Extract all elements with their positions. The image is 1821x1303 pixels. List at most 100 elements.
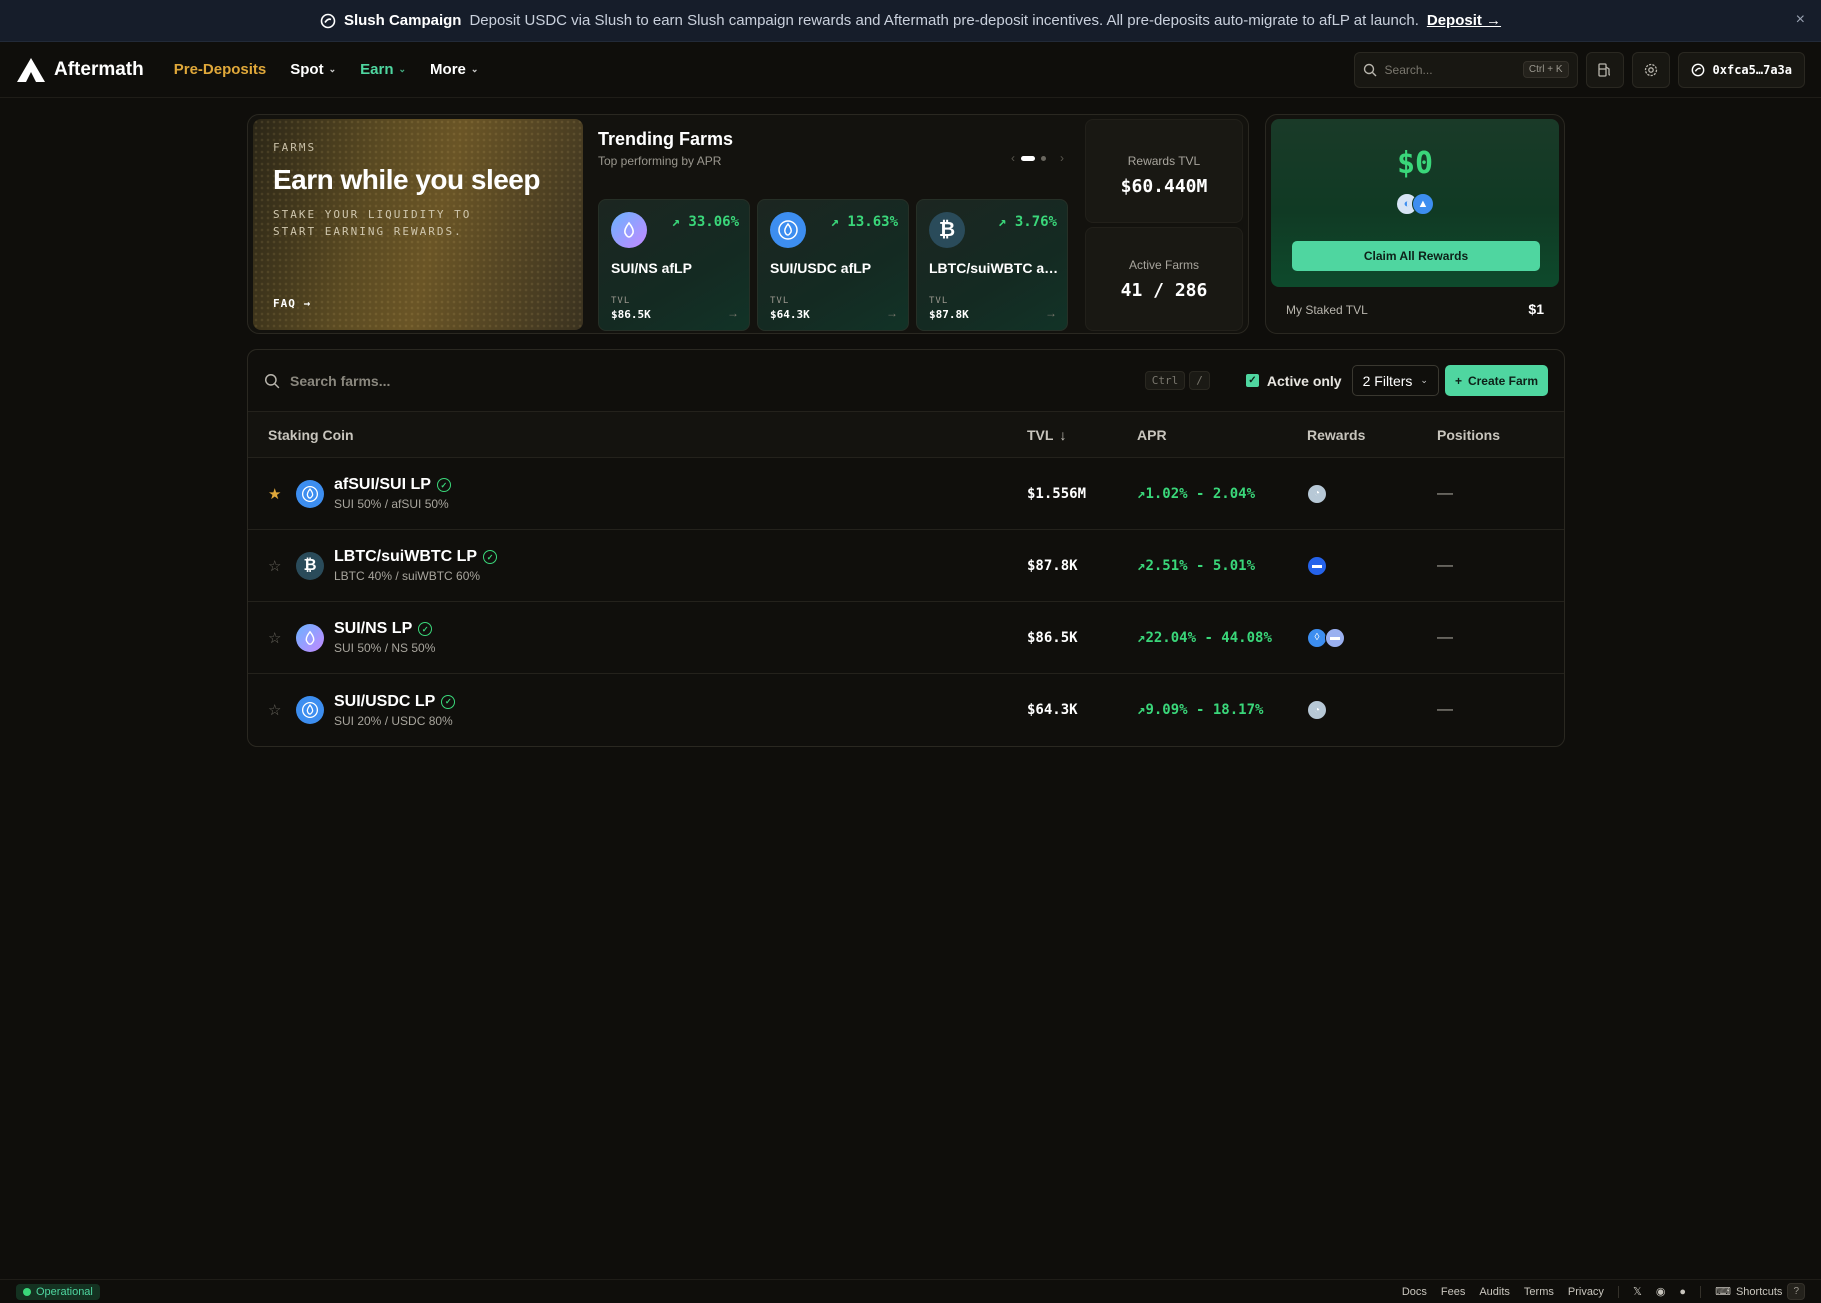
col-tvl-label: TVL bbox=[1027, 426, 1054, 443]
trending-subtitle: Top performing by APR bbox=[598, 154, 722, 168]
farm-composition: SUI 20% / USDC 80% bbox=[334, 713, 453, 728]
nav-spot-label: Spot bbox=[290, 61, 324, 78]
trending-tvl-label: TVL bbox=[929, 296, 949, 306]
rewards-amount: $0 bbox=[1396, 146, 1434, 181]
trending-cards: ↗ 33.06% SUI/NS afLP TVL $86.5K → ↗ 13.6… bbox=[598, 199, 1068, 331]
farm-search-placeholder: Search farms... bbox=[290, 372, 391, 389]
farm-rewards: ◊ ▬ bbox=[1307, 627, 1437, 648]
banner-deposit-link[interactable]: Deposit → bbox=[1427, 12, 1501, 29]
search-icon bbox=[264, 373, 280, 388]
verified-icon: ✓ bbox=[441, 694, 456, 709]
footer-link-docs[interactable]: Docs bbox=[1402, 1286, 1427, 1298]
faq-link[interactable]: FAQ → bbox=[273, 297, 311, 310]
trending-name: LBTC/suiWBTC af... bbox=[929, 260, 1059, 276]
farm-tvl: $64.3K bbox=[1027, 702, 1078, 718]
carousel-dot[interactable] bbox=[1041, 155, 1046, 161]
close-icon[interactable]: × bbox=[1796, 11, 1805, 29]
table-row[interactable]: ☆ SUI/USDC LP ✓ SUI 20% / USDC 80% $64.3K… bbox=[248, 674, 1564, 746]
col-tvl[interactable]: TVL ↓ bbox=[1027, 427, 1137, 443]
ika-coin-icon: ▬ bbox=[1307, 555, 1327, 576]
trending-card[interactable]: ↗ 13.63% SUI/USDC afLP TVL $64.3K → bbox=[757, 199, 909, 331]
farm-composition: LBTC 40% / suiWBTC 60% bbox=[334, 569, 481, 583]
rewards-tvl-value: $60.440M bbox=[1120, 176, 1208, 197]
footer-link-fees[interactable]: Fees bbox=[1441, 1286, 1465, 1298]
sui-coin-icon bbox=[770, 212, 806, 248]
logo[interactable]: Aftermath bbox=[16, 57, 144, 83]
active-farms-stat: Active Farms 41 / 286 bbox=[1085, 227, 1243, 331]
star-icon[interactable]: ☆ bbox=[268, 557, 284, 575]
settings-button[interactable] bbox=[1631, 51, 1670, 88]
kbd-ctrl: Ctrl bbox=[1144, 371, 1186, 390]
farm-positions: — bbox=[1437, 556, 1453, 574]
global-search-input[interactable]: Search... Ctrl + K bbox=[1353, 51, 1578, 88]
farm-name: SUI/NS LP bbox=[334, 620, 413, 637]
slush-wallet-icon bbox=[1691, 63, 1704, 76]
shortcuts-label: Shortcuts bbox=[1735, 1285, 1783, 1298]
create-farm-button[interactable]: + Create Farm bbox=[1444, 365, 1548, 396]
filters-dropdown[interactable]: 2 Filters ⌄ bbox=[1351, 365, 1439, 396]
star-icon[interactable]: ☆ bbox=[268, 701, 284, 719]
arrow-right-icon: → bbox=[886, 306, 898, 320]
active-only-checkbox[interactable]: ✓ Active only bbox=[1245, 373, 1342, 389]
farm-tvl: $1.556M bbox=[1027, 485, 1087, 502]
trending-tvl: $64.3K bbox=[770, 308, 810, 321]
table-row[interactable]: ☆ SUI/NS LP ✓ SUI 50% / NS 50% $86.5K ↗22… bbox=[248, 602, 1564, 674]
farm-composition: SUI 50% / afSUI 50% bbox=[334, 497, 449, 511]
nav-pre-deposits[interactable]: Pre-Deposits bbox=[174, 61, 267, 78]
gear-icon bbox=[1644, 63, 1657, 76]
promo-title: Earn while you sleep bbox=[273, 164, 540, 195]
rewards-tvl-label: Rewards TVL bbox=[1127, 154, 1201, 168]
trending-card[interactable]: ₿ ↗ 3.76% LBTC/suiWBTC af... TVL $87.8K … bbox=[916, 199, 1068, 331]
chevron-right-icon[interactable]: › bbox=[1060, 151, 1064, 165]
promo-subtitle: STAKE YOUR LIQUIDITY TO START EARNING RE… bbox=[273, 208, 472, 238]
trending-apr: ↗ 3.76% bbox=[997, 214, 1057, 230]
discord-icon[interactable]: ◉ bbox=[1656, 1285, 1666, 1298]
wallet-button[interactable]: 0xfca5…7a3a bbox=[1677, 51, 1805, 88]
claim-all-rewards-button[interactable]: Claim All Rewards bbox=[1292, 241, 1540, 271]
nav-more[interactable]: More ⌄ bbox=[430, 61, 478, 78]
sui-usdc-coin-icon bbox=[296, 696, 324, 724]
carousel-dot-active[interactable] bbox=[1021, 155, 1035, 161]
search-shortcut: Ctrl / bbox=[1144, 371, 1210, 390]
star-icon[interactable]: ☆ bbox=[268, 629, 284, 647]
logo-text: Aftermath bbox=[54, 58, 144, 80]
shortcuts-button[interactable]: ⌨ Shortcuts ? bbox=[1715, 1283, 1805, 1300]
table-row[interactable]: ☆ ₿ LBTC/suiWBTC LP ✓ LBTC 40% / suiWBTC … bbox=[248, 530, 1564, 602]
farms-hero-card: FARMS Earn while you sleep STAKE YOUR LI… bbox=[247, 114, 1249, 334]
gas-station-button[interactable] bbox=[1585, 51, 1624, 88]
arrow-down-icon: ↓ bbox=[1059, 426, 1067, 443]
x-twitter-icon[interactable]: 𝕏 bbox=[1633, 1285, 1642, 1298]
filters-label: 2 Filters bbox=[1362, 372, 1413, 389]
footer-link-privacy[interactable]: Privacy bbox=[1568, 1286, 1604, 1298]
rewards-card: $0 ◐ ▲ Claim All Rewards My Staked TVL $… bbox=[1265, 114, 1565, 334]
chevron-left-icon[interactable]: ‹ bbox=[1011, 151, 1015, 165]
gas-station-icon bbox=[1597, 62, 1610, 77]
farm-positions: — bbox=[1437, 628, 1453, 646]
nav-pre-deposits-label: Pre-Deposits bbox=[173, 61, 267, 78]
nav-spot[interactable]: Spot ⌄ bbox=[290, 61, 336, 78]
farm-rewards: ◔ bbox=[1307, 700, 1437, 720]
github-icon[interactable]: ● bbox=[1679, 1286, 1686, 1298]
search-shortcut: Ctrl + K bbox=[1522, 61, 1569, 78]
nav-earn[interactable]: Earn ⌄ bbox=[360, 61, 406, 78]
footer-bar: Operational Docs Fees Audits Terms Priva… bbox=[0, 1279, 1821, 1303]
star-icon[interactable]: ★ bbox=[268, 485, 284, 503]
farm-composition: SUI 50% / NS 50% bbox=[334, 641, 436, 655]
rewards-summary: $0 ◐ ▲ Claim All Rewards bbox=[1271, 119, 1559, 287]
status-badge[interactable]: Operational bbox=[16, 1283, 100, 1300]
table-row[interactable]: ★ afSUI/SUI LP ✓ SUI 50% / afSUI 50% $1.5… bbox=[248, 458, 1564, 530]
afsui-coin-icon: ◔ bbox=[1307, 700, 1327, 720]
staked-tvl-value: $1 bbox=[1528, 301, 1544, 317]
footer-link-audits[interactable]: Audits bbox=[1479, 1286, 1510, 1298]
sui-coin-icon: ◊ bbox=[1307, 627, 1327, 648]
arrow-right-icon: → bbox=[727, 306, 739, 320]
footer-link-terms[interactable]: Terms bbox=[1524, 1286, 1554, 1298]
rewards-tvl-stat: Rewards TVL $60.440M bbox=[1085, 119, 1243, 223]
sui-ns-coin-icon bbox=[611, 212, 647, 248]
trending-card[interactable]: ↗ 33.06% SUI/NS afLP TVL $86.5K → bbox=[598, 199, 750, 331]
plus-icon: + bbox=[1454, 373, 1462, 388]
farm-positions: — bbox=[1437, 701, 1453, 718]
slush-icon bbox=[320, 13, 336, 28]
farm-search-input[interactable]: Search farms... bbox=[264, 373, 1145, 389]
search-placeholder: Search... bbox=[1384, 62, 1433, 77]
